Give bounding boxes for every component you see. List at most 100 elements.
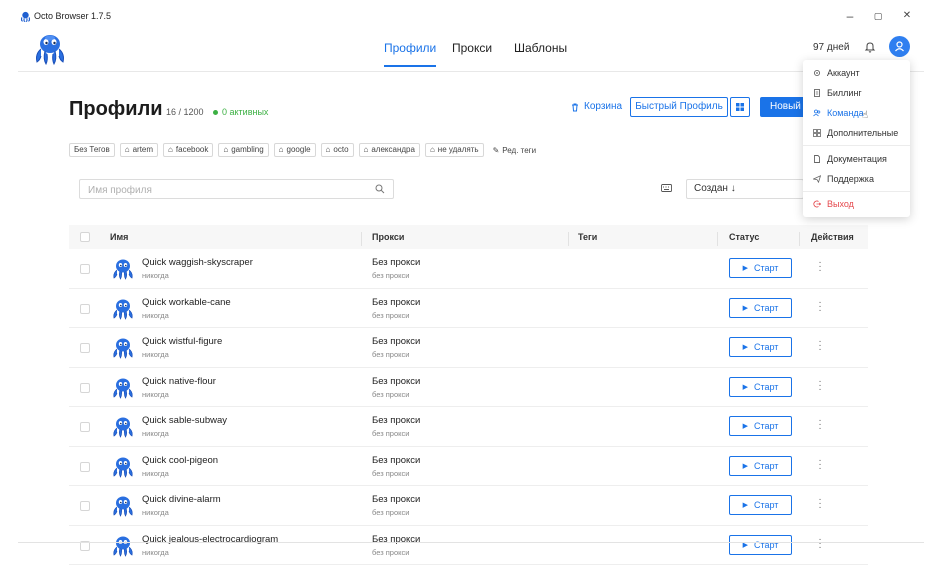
keyboard-icon[interactable] xyxy=(661,184,672,192)
profile-name[interactable]: Quick cool-pigeon xyxy=(142,455,218,466)
more-actions-icon[interactable]: · · · xyxy=(817,297,823,315)
row-checkbox[interactable] xyxy=(80,422,90,432)
start-button[interactable]: ▶ Старт xyxy=(729,534,792,555)
more-actions-icon[interactable]: · · · xyxy=(817,376,823,394)
profile-name[interactable]: Quick sable-subway xyxy=(142,415,227,426)
table-row[interactable]: Quick native-flour никогда Без прокси без п… xyxy=(69,368,868,407)
start-button[interactable]: ▶ Старт xyxy=(729,297,792,318)
table-row[interactable]: Quick jealous-electrocardiogram никогда Бе… xyxy=(69,526,868,565)
play-icon: ▶ xyxy=(742,462,748,470)
menu-item-additional[interactable]: Дополнительные xyxy=(803,123,910,143)
profile-name[interactable]: Quick native-flour xyxy=(142,376,216,387)
start-button[interactable]: ▶ Старт xyxy=(729,258,792,278)
profile-name[interactable]: Quick wistful-figure xyxy=(142,336,222,347)
start-button[interactable]: ▶ Старт xyxy=(729,376,792,397)
play-icon: ▶ xyxy=(742,502,748,509)
sort-select[interactable]: Создан ↓ xyxy=(686,179,804,199)
tab-templates[interactable]: Шаблоны xyxy=(514,41,567,65)
account-dropdown-menu: Аккаунт Биллинг Команда ☝ Дополнительные… xyxy=(803,60,910,217)
profile-name[interactable]: Quick workable-cane xyxy=(142,297,231,308)
profile-last-run: никогда xyxy=(142,429,169,438)
menu-item-account[interactable]: Аккаунт xyxy=(803,63,910,83)
tag-filter[interactable]: ⌂ google xyxy=(273,143,316,157)
table-header: Имя Прокси Теги Статус Действия xyxy=(69,225,868,249)
quick-profile-options-button[interactable] xyxy=(730,97,750,117)
profile-proxy: Без прокси xyxy=(372,375,421,387)
profile-name[interactable]: Quick waggish-skyscraper xyxy=(142,257,253,268)
tag-filter[interactable]: ⌂ александра xyxy=(358,143,420,157)
more-actions-icon[interactable]: · · · xyxy=(817,337,823,355)
tag-filter[interactable]: ⌂ artem xyxy=(119,143,159,157)
table-row[interactable]: Quick waggish-skyscraper никогда Без прокс… xyxy=(69,249,868,289)
menu-item-docs[interactable]: Документация xyxy=(803,149,910,169)
row-checkbox[interactable] xyxy=(80,343,90,353)
profile-proxy-detail: без прокси xyxy=(372,508,410,517)
edit-tags-button[interactable]: ✎ Ред. теги xyxy=(493,146,536,155)
start-button[interactable]: ▶ Старт xyxy=(729,455,792,476)
menu-item-support[interactable]: Поддержка xyxy=(803,169,910,189)
column-header-status[interactable]: Статус xyxy=(729,232,759,242)
tag-filter[interactable]: Без Тегов xyxy=(69,143,115,157)
row-checkbox[interactable] xyxy=(80,501,90,511)
menu-item-logout[interactable]: Выход xyxy=(803,194,910,214)
profiles-table: Имя Прокси Теги Статус Действия Quick wa… xyxy=(69,225,868,565)
pencil-icon: ✎ xyxy=(492,145,500,155)
tab-proxies[interactable]: Прокси xyxy=(452,41,492,65)
column-header-actions: Действия xyxy=(811,232,854,242)
tag-icon: ⌂ xyxy=(278,145,284,154)
minimize-button[interactable]: – xyxy=(840,7,860,25)
row-checkbox[interactable] xyxy=(80,461,90,472)
play-icon: ▶ xyxy=(742,304,748,312)
column-header-proxy[interactable]: Прокси xyxy=(372,232,404,242)
start-button[interactable]: ▶ Старт xyxy=(729,495,792,515)
start-button[interactable]: ▶ Старт xyxy=(729,337,792,357)
tag-filter[interactable]: ⌂ facebook xyxy=(163,143,214,157)
close-window-button[interactable]: ✕ xyxy=(897,7,917,25)
more-actions-icon[interactable]: · · · xyxy=(817,258,823,276)
search-input[interactable] xyxy=(80,181,360,200)
profile-proxy-detail: без прокси xyxy=(372,468,410,478)
start-label: Старт xyxy=(753,421,779,431)
tag-filter[interactable]: ⌂ gambling xyxy=(218,143,269,157)
search-icon xyxy=(375,184,385,194)
row-checkbox[interactable] xyxy=(80,303,90,314)
hand-cursor-icon: ☝ xyxy=(862,110,869,121)
profile-last-run: никогда xyxy=(142,389,169,399)
gear-icon xyxy=(813,69,821,77)
start-label: Старт xyxy=(753,539,779,550)
profile-last-run: никогда xyxy=(142,271,169,280)
table-row[interactable]: Quick sable-subway никогда Без прокси без п… xyxy=(69,407,868,447)
grid-icon xyxy=(813,129,821,137)
octo-logo-icon xyxy=(20,11,31,22)
select-all-checkbox[interactable] xyxy=(80,232,90,242)
table-row[interactable]: Quick workable-cane никогда Без прокси без … xyxy=(69,289,868,328)
menu-item-team[interactable]: Команда ☝ xyxy=(803,103,910,123)
profile-avatar-icon xyxy=(111,535,135,557)
profile-name[interactable]: Quick divine-alarm xyxy=(142,494,221,505)
more-actions-icon[interactable]: · · · xyxy=(817,534,823,552)
profile-last-run: никогда xyxy=(142,468,169,478)
more-actions-icon[interactable]: · · · xyxy=(817,495,823,513)
table-row[interactable]: Quick cool-pigeon никогда Без прокси без пр… xyxy=(69,447,868,486)
profile-proxy-detail: без прокси xyxy=(372,547,410,557)
tab-profiles[interactable]: Профили xyxy=(384,41,437,67)
column-header-tags[interactable]: Теги xyxy=(578,232,597,242)
table-row[interactable]: Quick wistful-figure никогда Без прокси без… xyxy=(69,328,868,368)
row-checkbox[interactable] xyxy=(80,382,90,393)
menu-item-billing[interactable]: Биллинг xyxy=(803,83,910,103)
bell-icon[interactable] xyxy=(863,40,877,54)
tag-filter[interactable]: ⌂ octo xyxy=(320,143,354,157)
more-actions-icon[interactable]: · · · xyxy=(817,455,823,473)
start-label: Старт xyxy=(753,263,779,273)
avatar-button[interactable] xyxy=(889,36,910,57)
row-checkbox[interactable] xyxy=(80,264,90,274)
trash-button[interactable]: Корзина xyxy=(570,101,622,112)
grid-icon xyxy=(736,103,744,111)
column-header-name[interactable]: Имя xyxy=(110,232,128,242)
maximize-button[interactable]: ▢ xyxy=(868,7,888,25)
start-button[interactable]: ▶ Старт xyxy=(729,416,792,436)
quick-profile-button[interactable]: Быстрый Профиль xyxy=(630,97,728,117)
tag-filter[interactable]: ⌂ не удалять xyxy=(424,143,484,157)
table-row[interactable]: Quick divine-alarm никогда Без прокси без п… xyxy=(69,486,868,526)
more-actions-icon[interactable]: · · · xyxy=(817,416,823,434)
